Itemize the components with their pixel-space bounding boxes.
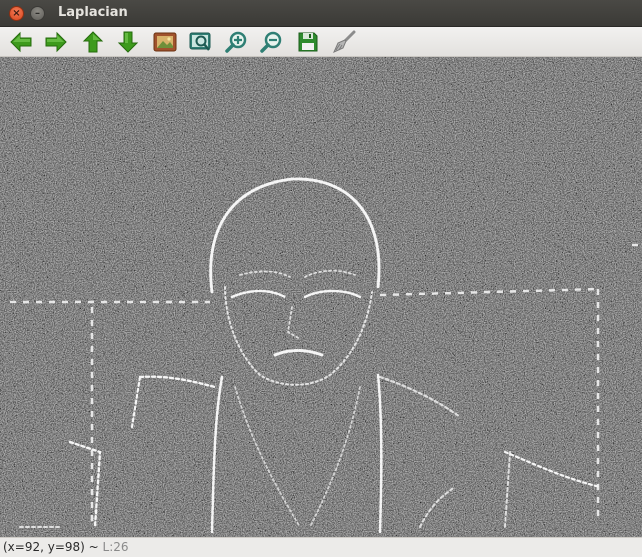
floppy-disk-icon	[298, 32, 318, 52]
arrow-left-icon	[10, 31, 32, 53]
close-icon: ×	[12, 8, 21, 19]
window-title: Laplacian	[58, 5, 128, 20]
status-bar: (x=92, y=98) ~ L:26	[0, 537, 642, 557]
properties-button[interactable]	[331, 29, 357, 55]
arrow-up-icon	[82, 31, 104, 53]
zoom-fit-icon	[189, 32, 211, 51]
zoom-fit-button[interactable]	[188, 29, 214, 55]
pan-down-button[interactable]	[115, 29, 141, 55]
zoom-out-button[interactable]	[259, 29, 285, 55]
title-bar[interactable]: × – Laplacian	[0, 0, 642, 27]
close-button[interactable]: ×	[9, 6, 24, 21]
minimize-icon: –	[35, 8, 40, 19]
minimize-button[interactable]: –	[30, 6, 45, 21]
laplacian-edge-image	[0, 57, 642, 537]
app-window: × – Laplacian (x=92, y=98) ~ L:26	[0, 0, 642, 557]
arrow-right-icon	[45, 31, 67, 53]
cursor-coordinates: (x=92, y=98) ~	[3, 540, 99, 554]
image-canvas[interactable]	[0, 57, 642, 537]
brush-icon	[333, 30, 356, 53]
zoom-in-icon	[225, 31, 247, 53]
zoom-in-button[interactable]	[224, 29, 250, 55]
pan-up-button[interactable]	[80, 29, 106, 55]
pan-left-button[interactable]	[8, 29, 34, 55]
toolbar	[0, 27, 642, 57]
pan-right-button[interactable]	[43, 29, 69, 55]
pixel-level: L:26	[102, 540, 129, 554]
picture-icon	[153, 32, 177, 52]
zoom-original-button[interactable]	[152, 29, 178, 55]
save-button[interactable]	[295, 29, 321, 55]
arrow-down-icon	[117, 31, 139, 53]
zoom-out-icon	[260, 31, 282, 53]
